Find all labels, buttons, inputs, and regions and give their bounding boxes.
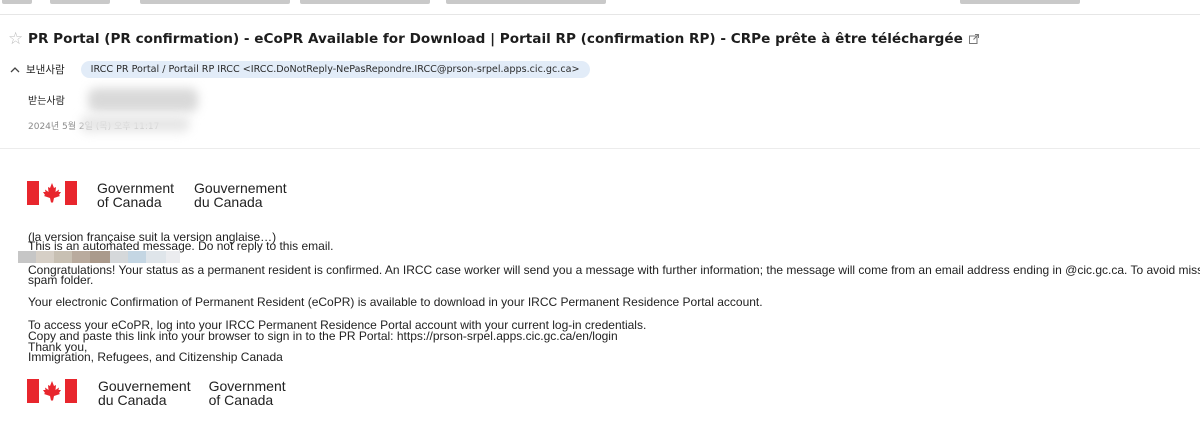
open-external-icon[interactable]	[968, 34, 979, 44]
ecopr-line: Your electronic Confirmation of Permanen…	[28, 295, 763, 309]
sender-chip[interactable]: IRCC PR Portal / Portail RP IRCC <IRCC.D…	[80, 61, 590, 78]
automated-notice: This is an automated message. Do not rep…	[28, 239, 334, 253]
gov-logo-header: Government of Canada Gouvernement du Can…	[27, 181, 287, 209]
redacted-date	[80, 116, 190, 132]
gov-name-en-2: of Canada	[208, 392, 274, 408]
email-subject: PR Portal (PR confirmation) - eCoPR Avai…	[28, 31, 963, 47]
gov-name-en: Government	[208, 378, 286, 394]
recipient-label: 받는사람	[28, 96, 65, 107]
subject-row: ☆ PR Portal (PR confirmation) - eCoPR Av…	[8, 30, 979, 48]
canada-flag-icon	[27, 379, 77, 403]
canada-flag-icon	[27, 181, 77, 205]
login-link-line[interactable]: Copy and paste this link into your brows…	[28, 330, 618, 342]
header-divider	[0, 148, 1200, 149]
gov-name-en: Government	[97, 180, 175, 196]
gov-name-fr: Gouvernement	[98, 378, 191, 394]
congrats-line: Congratulations! Your status as a perman…	[28, 263, 1200, 277]
spam-line: spam folder.	[28, 273, 94, 287]
gov-name-fr: Gouvernement	[194, 180, 287, 196]
gov-name-fr-2: du Canada	[194, 194, 263, 210]
chevron-up-icon[interactable]	[9, 65, 21, 75]
gov-logo-footer: Gouvernement du Canada Government of Can…	[27, 379, 286, 407]
gov-name-en-2: of Canada	[97, 194, 162, 210]
redacted-recipient	[88, 88, 198, 112]
star-icon[interactable]: ☆	[8, 30, 26, 48]
gov-name-fr-2: du Canada	[98, 392, 167, 408]
from-label: 보낸사람	[26, 64, 65, 76]
signature-line: Immigration, Refugees, and Citizenship C…	[28, 350, 283, 364]
top-toolbar-strip	[0, 0, 1200, 15]
sender-row: 보낸사람 IRCC PR Portal / Portail RP IRCC <I…	[9, 61, 590, 78]
